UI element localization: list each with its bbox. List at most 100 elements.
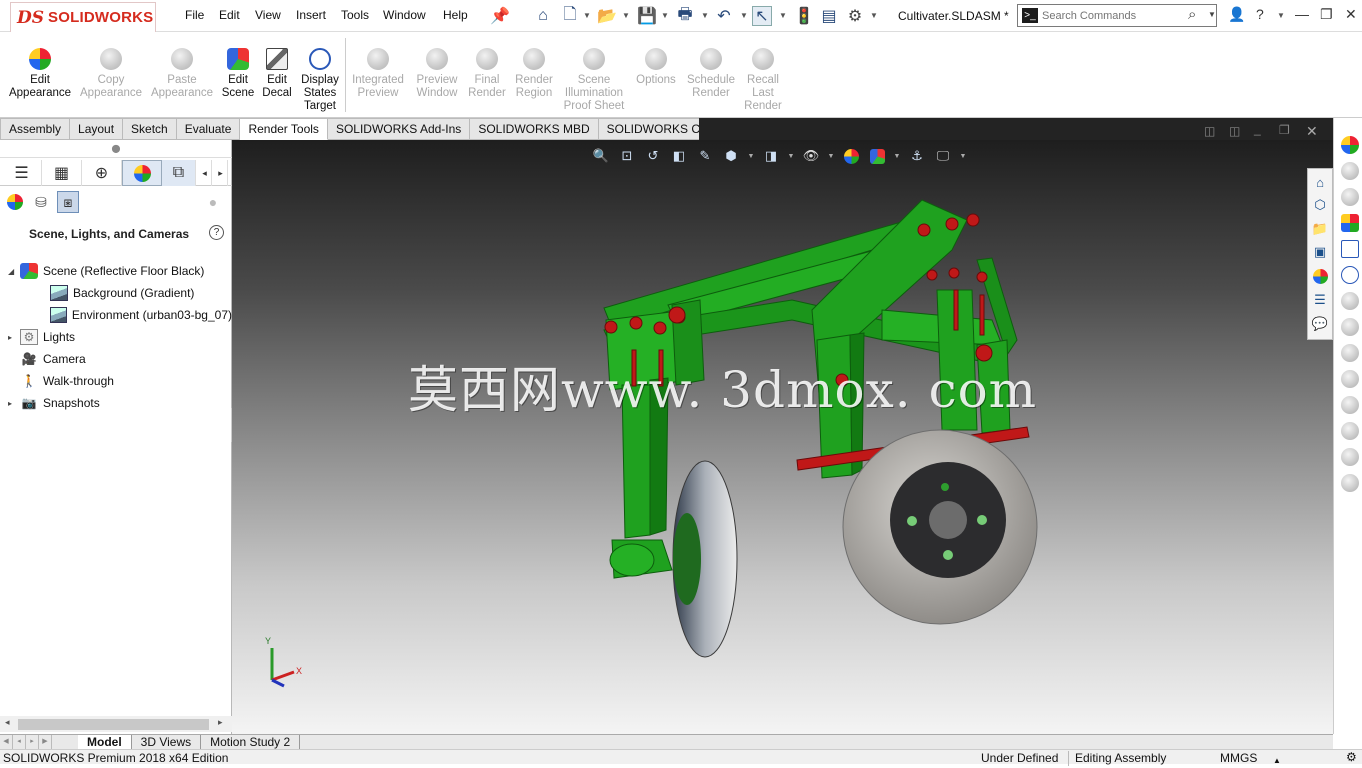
- edit-appearance-button[interactable]: Edit Appearance: [8, 48, 72, 100]
- scroll-right-icon[interactable]: ▸: [218, 717, 223, 728]
- display-states-target-button[interactable]: Display States Target: [298, 48, 342, 113]
- tab-motion-study-2[interactable]: Motion Study 2: [201, 735, 301, 750]
- recall-last-render-button[interactable]: Recall Last Render: [742, 48, 784, 113]
- select-icon[interactable]: ↖: [752, 6, 772, 26]
- appearance-task-icon[interactable]: [1341, 136, 1359, 154]
- custom-properties-icon[interactable]: ☰: [1311, 291, 1329, 309]
- search-icon[interactable]: ⌕: [1188, 6, 1196, 23]
- forum-icon[interactable]: 💬: [1311, 315, 1329, 333]
- final-render-task-icon[interactable]: [1341, 344, 1359, 362]
- tree-item-background[interactable]: Background (Gradient): [50, 285, 194, 301]
- new-dropdown-icon[interactable]: ▼: [583, 11, 591, 20]
- tab-assembly[interactable]: Assembly: [0, 118, 71, 140]
- target-task-icon[interactable]: [1341, 266, 1359, 284]
- scene-task-icon[interactable]: [1341, 214, 1359, 232]
- view-palette-icon[interactable]: ▣: [1311, 243, 1329, 261]
- new-document-icon[interactable]: 🗋: [560, 6, 580, 26]
- save-dropdown-icon[interactable]: ▼: [661, 11, 669, 20]
- tree-item-lights[interactable]: ▸ ⚙ Lights: [8, 329, 75, 345]
- copy-appearance-task-icon[interactable]: [1341, 162, 1359, 180]
- collapse-icon[interactable]: ◢: [8, 267, 20, 276]
- last-tab-icon[interactable]: ▶: [39, 735, 52, 749]
- user-icon[interactable]: 👤: [1228, 6, 1245, 23]
- select-dropdown-icon[interactable]: ▼: [779, 11, 787, 20]
- restore-icon[interactable]: ❐: [1320, 6, 1333, 23]
- open-dropdown-icon[interactable]: ▼: [622, 11, 630, 20]
- preview-window-button[interactable]: Preview Window: [412, 48, 462, 100]
- edit-decal-button[interactable]: Edit Decal: [261, 48, 293, 100]
- integrated-preview-task-icon[interactable]: [1341, 292, 1359, 310]
- print-icon[interactable]: 🖶: [675, 6, 695, 26]
- expand-icon[interactable]: ▸: [8, 399, 20, 408]
- tree-item-scene[interactable]: ◢ Scene (Reflective Floor Black): [8, 263, 204, 279]
- next-tab-icon[interactable]: ▸: [26, 735, 39, 749]
- schedule-render-button[interactable]: Schedule Render: [684, 48, 738, 100]
- integrated-preview-button[interactable]: Integrated Preview: [348, 48, 408, 100]
- paste-appearance-button[interactable]: Paste Appearance: [150, 48, 214, 100]
- tab-render-tools[interactable]: Render Tools: [240, 118, 328, 140]
- appearances-scenes-icon[interactable]: [1311, 267, 1329, 285]
- tab-layout[interactable]: Layout: [70, 118, 124, 140]
- tree-item-snapshots[interactable]: ▸ 📷 Snapshots: [8, 395, 100, 411]
- cam-tab-icon[interactable]: ⧉: [162, 160, 196, 186]
- help-icon[interactable]: ?: [1256, 6, 1264, 22]
- search-commands-box[interactable]: >_ ⌕ ▼: [1017, 4, 1217, 27]
- tab-3d-views[interactable]: 3D Views: [132, 735, 202, 750]
- prev-tab-icon[interactable]: ◂: [13, 735, 26, 749]
- home-icon[interactable]: ⌂: [533, 6, 553, 26]
- final-render-button[interactable]: Final Render: [467, 48, 507, 100]
- feature-manager-tab-icon[interactable]: ☰: [2, 160, 42, 186]
- scrollbar-thumb[interactable]: [18, 719, 209, 730]
- panel-help-icon[interactable]: ?: [209, 225, 224, 240]
- tree-item-camera[interactable]: 🎥 Camera: [20, 351, 86, 367]
- panel-horizontal-scrollbar[interactable]: ◂ ▸: [0, 716, 232, 732]
- decals-view-icon[interactable]: ⛁: [30, 191, 52, 213]
- help-dropdown-icon[interactable]: ▼: [1277, 11, 1285, 20]
- configuration-manager-tab-icon[interactable]: ⊕: [82, 160, 122, 186]
- options-dropdown-icon[interactable]: ▼: [870, 11, 878, 20]
- expand-icon[interactable]: ▸: [8, 333, 20, 342]
- undo-dropdown-icon[interactable]: ▼: [740, 11, 748, 20]
- file-explorer-icon[interactable]: 📁: [1311, 220, 1329, 238]
- menu-window[interactable]: Window: [383, 8, 426, 22]
- doc-restore-icon[interactable]: ❐: [1279, 123, 1290, 137]
- options-task-icon[interactable]: [1341, 422, 1359, 440]
- scroll-left-icon[interactable]: ◂: [5, 717, 10, 728]
- copy-appearance-button[interactable]: Copy Appearance: [80, 48, 142, 100]
- doc-close-icon[interactable]: ✕: [1306, 123, 1318, 140]
- menu-edit[interactable]: Edit: [219, 8, 240, 22]
- units-dropdown-icon[interactable]: ▲: [1273, 753, 1281, 768]
- edit-scene-button[interactable]: Edit Scene: [220, 48, 256, 100]
- render-region-button[interactable]: Render Region: [512, 48, 556, 100]
- panel-options-icon[interactable]: ●: [202, 191, 224, 213]
- tab-solidworks-mbd[interactable]: SOLIDWORKS MBD: [470, 118, 599, 140]
- render-options-button[interactable]: Options: [632, 48, 680, 87]
- tab-solidworks-add-ins[interactable]: SOLIDWORKS Add-Ins: [327, 118, 471, 140]
- scene-illumination-proof-sheet-button[interactable]: Scene Illumination Proof Sheet: [561, 48, 627, 113]
- menu-view[interactable]: View: [255, 8, 281, 22]
- menu-help[interactable]: Help: [443, 8, 468, 22]
- tab-scroll-left-icon[interactable]: ◂: [198, 160, 212, 186]
- tile-horizontal-icon[interactable]: ◫: [1204, 124, 1215, 138]
- tree-item-environment[interactable]: Environment (urban03-bg_07): [50, 307, 232, 323]
- scene-lights-cameras-view-icon[interactable]: ⧆: [57, 191, 79, 213]
- tab-sketch[interactable]: Sketch: [123, 118, 177, 140]
- tree-item-walk-through[interactable]: 🚶 Walk-through: [20, 373, 114, 389]
- home-view-icon[interactable]: ⌂: [1311, 173, 1329, 191]
- menu-file[interactable]: File: [185, 8, 204, 22]
- property-manager-tab-icon[interactable]: ▦: [42, 160, 82, 186]
- tab-model[interactable]: Model: [78, 735, 132, 750]
- doc-minimize-icon[interactable]: _: [1254, 122, 1261, 136]
- schedule-render-task-icon[interactable]: [1341, 448, 1359, 466]
- menu-tools[interactable]: Tools: [341, 8, 369, 22]
- search-dropdown-icon[interactable]: ▼: [1208, 10, 1216, 19]
- options-gear-icon[interactable]: ⚙: [845, 6, 865, 26]
- 3d-view-icon[interactable]: ⬡: [1311, 196, 1329, 214]
- menu-insert[interactable]: Insert: [296, 8, 326, 22]
- tile-vertical-icon[interactable]: ◫: [1229, 124, 1240, 138]
- print-dropdown-icon[interactable]: ▼: [701, 11, 709, 20]
- close-icon[interactable]: ✕: [1345, 6, 1357, 23]
- tab-scroll-right-icon[interactable]: ▸: [214, 160, 228, 186]
- save-icon[interactable]: 💾: [637, 6, 657, 26]
- file-properties-icon[interactable]: ▤: [819, 6, 839, 26]
